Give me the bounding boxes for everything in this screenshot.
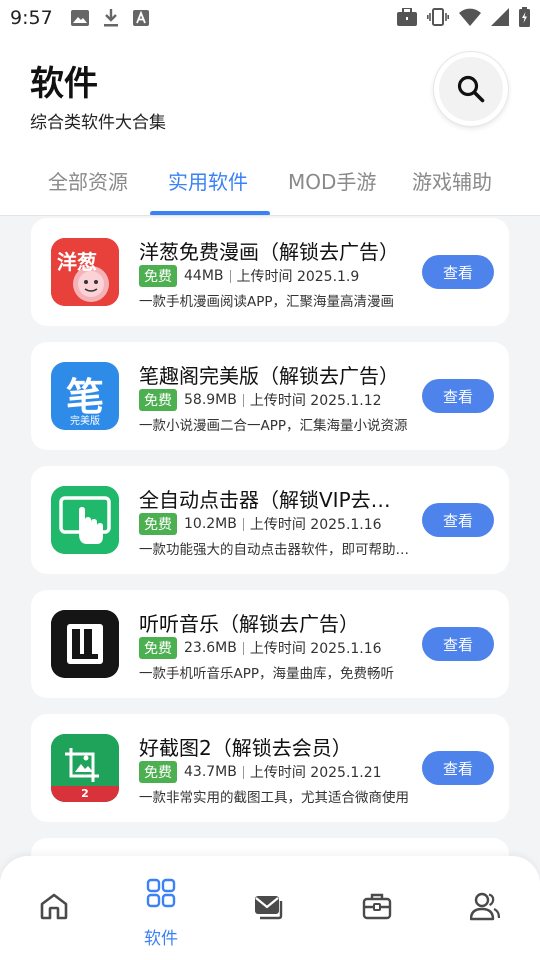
free-badge: 免费 <box>139 637 177 659</box>
header: 软件 综合类软件大合集 全部资源 实用软件 MOD手游 游戏辅助 <box>0 36 540 216</box>
app-icon-subtext: 完美版 <box>70 416 100 427</box>
nav-software[interactable]: 软件 <box>121 856 201 960</box>
app-card[interactable]: 全自动点击器（解锁VIP去广告） 免费 10.2MB 上传时间 2025.1.1… <box>31 466 509 574</box>
signal-icon <box>491 8 509 26</box>
app-icon-good-screenshot: 2 <box>51 734 119 802</box>
page-title: 软件 <box>30 64 98 104</box>
app-icon-text: 2 <box>81 787 89 800</box>
app-name: 听听音乐（解锁去广告） <box>139 612 359 636</box>
app-description: 一款功能强大的自动点击器软件，即可帮助用户 <box>139 542 421 558</box>
app-icon-biquge: 笔 完美版 <box>51 362 119 430</box>
font-icon <box>132 10 149 26</box>
free-badge: 免费 <box>139 265 177 287</box>
grid-icon <box>146 878 176 908</box>
app-upload-time: 上传时间 2025.1.16 <box>249 641 382 657</box>
search-button-inner <box>439 57 503 121</box>
app-description: 一款手机听音乐APP，海量曲库，免费畅听 <box>139 666 395 682</box>
home-icon <box>40 893 68 920</box>
app-icon-text: 洋葱 <box>57 250 97 274</box>
tab-utility-software[interactable]: 实用软件 <box>168 166 248 195</box>
search-button[interactable] <box>434 52 508 126</box>
view-button[interactable]: 查看 <box>422 627 494 661</box>
users-icon <box>470 892 500 921</box>
app-upload-time: 上传时间 2025.1.21 <box>249 765 382 781</box>
tab-game-assist[interactable]: 游戏辅助 <box>412 166 492 195</box>
nav-home[interactable] <box>14 856 94 960</box>
view-button[interactable]: 查看 <box>422 379 494 413</box>
app-name: 笔趣阁完美版（解锁去广告） <box>139 364 399 388</box>
free-badge: 免费 <box>139 761 177 783</box>
app-size: 10.2MB <box>184 516 237 532</box>
app-description: 一款小说漫画二合一APP，汇集海量小说资源 <box>139 418 408 434</box>
tab-all-resources[interactable]: 全部资源 <box>48 166 128 195</box>
app-icon-onion-comic: 洋葱 <box>51 238 119 306</box>
free-badge: 免费 <box>139 389 177 411</box>
free-badge: 免费 <box>139 513 177 535</box>
app-card[interactable]: 听听音乐（解锁去广告） 免费 23.6MB 上传时间 2025.1.16 一款手… <box>31 590 509 698</box>
image-icon <box>70 10 89 26</box>
app-size: 44MB <box>184 268 224 284</box>
app-size: 23.6MB <box>184 640 237 656</box>
app-card[interactable]: 笔 完美版 笔趣阁完美版（解锁去广告） 免费 58.9MB 上传时间 2025.… <box>31 342 509 450</box>
app-name: 洋葱免费漫画（解锁去广告） <box>139 240 399 264</box>
nav-tools[interactable] <box>337 856 417 960</box>
page-subtitle: 综合类软件大合集 <box>30 113 166 133</box>
battery-icon <box>519 7 530 27</box>
meta-divider <box>242 393 244 407</box>
status-time: 9:57 <box>10 7 53 29</box>
nav-profile[interactable] <box>445 856 525 960</box>
nav-messages[interactable] <box>228 856 308 960</box>
wifi-icon <box>459 8 481 26</box>
app-card[interactable]: 洋葱 洋葱免费漫画（解锁去广告） 免费 44MB 上传时间 2025.1.9 一… <box>31 218 509 326</box>
bottom-nav: 软件 <box>0 856 540 960</box>
app-upload-time: 上传时间 2025.1.12 <box>249 393 382 409</box>
tab-bar: 全部资源 实用软件 MOD手游 游戏辅助 <box>0 166 540 216</box>
view-button[interactable]: 查看 <box>422 503 494 537</box>
app-meta: 免费 44MB 上传时间 2025.1.9 <box>139 265 359 287</box>
briefcase-icon <box>397 8 417 26</box>
app-name: 好截图2（解锁去会员） <box>139 736 352 760</box>
app-icon-tingting-music <box>51 610 119 678</box>
app-meta: 免费 43.7MB 上传时间 2025.1.21 <box>139 761 382 783</box>
app-icon-auto-clicker <box>51 486 119 554</box>
app-card[interactable]: 2 好截图2（解锁去会员） 免费 43.7MB 上传时间 2025.1.21 一… <box>31 714 509 822</box>
app-size: 58.9MB <box>184 392 237 408</box>
app-meta: 免费 23.6MB 上传时间 2025.1.16 <box>139 637 382 659</box>
app-upload-time: 上传时间 2025.1.9 <box>236 269 360 285</box>
app-description: 一款非常实用的截图工具，尤其适合微商使用 <box>139 790 409 806</box>
view-button[interactable]: 查看 <box>422 751 494 785</box>
app-list: 洋葱 洋葱免费漫画（解锁去广告） 免费 44MB 上传时间 2025.1.9 一… <box>0 216 540 960</box>
app-description: 一款手机漫画阅读APP，汇聚海量高清漫画 <box>139 294 395 310</box>
tab-mod-games[interactable]: MOD手游 <box>288 166 376 195</box>
mail-icon <box>255 896 283 920</box>
nav-label-software: 软件 <box>144 929 178 949</box>
meta-divider <box>242 517 244 531</box>
status-bar: 9:57 <box>0 0 540 36</box>
meta-divider <box>242 641 244 655</box>
vibrate-icon <box>427 8 449 26</box>
app-size: 43.7MB <box>184 764 237 780</box>
download-icon <box>103 9 118 27</box>
app-name: 全自动点击器（解锁VIP去广告） <box>139 488 399 512</box>
view-button[interactable]: 查看 <box>422 255 494 289</box>
meta-divider <box>242 765 244 779</box>
meta-divider <box>229 269 231 283</box>
app-meta: 免费 58.9MB 上传时间 2025.1.12 <box>139 389 382 411</box>
app-meta: 免费 10.2MB 上传时间 2025.1.16 <box>139 513 382 535</box>
app-upload-time: 上传时间 2025.1.16 <box>249 517 382 533</box>
toolbox-icon <box>362 893 392 920</box>
search-icon <box>457 75 485 103</box>
